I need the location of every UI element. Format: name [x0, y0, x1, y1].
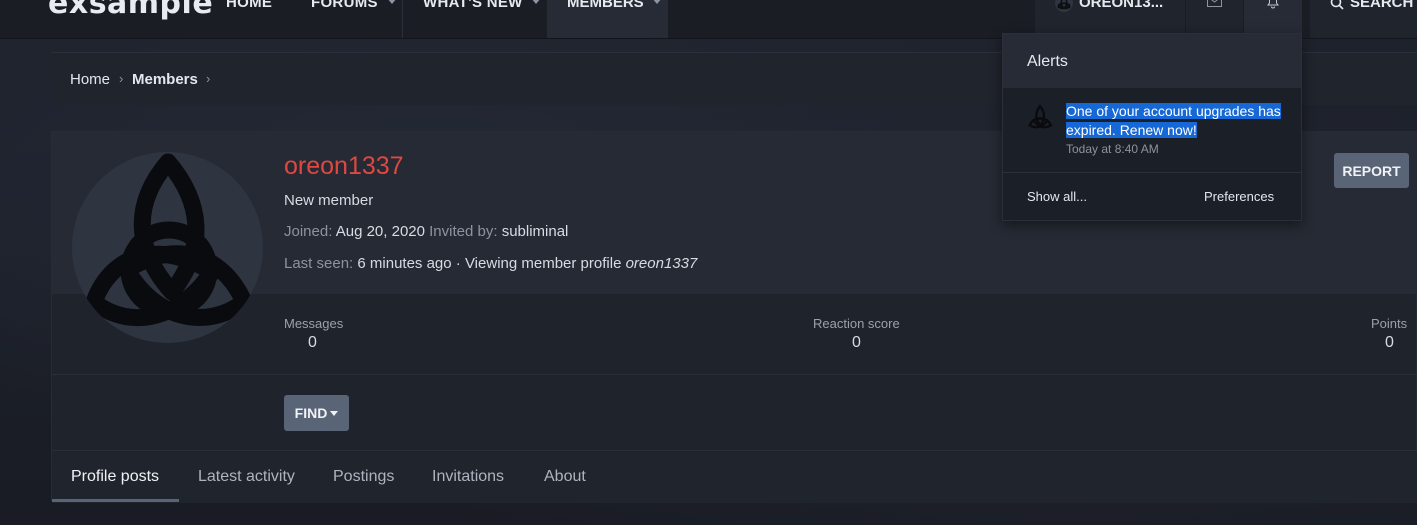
- alert-item-text[interactable]: One of your account upgrades has expired…: [1066, 102, 1281, 140]
- chevron-down-icon: [330, 410, 339, 416]
- alerts-popup: Alerts One of your account upgrades has …: [1002, 33, 1302, 221]
- tab-latest-activity[interactable]: Latest activity: [198, 468, 295, 486]
- breadcrumb-home[interactable]: Home: [70, 71, 110, 88]
- nav-forums-label: FORUMS: [311, 0, 378, 11]
- members-chevron-down-icon[interactable]: [652, 0, 662, 4]
- nav-members-label: MEMBERS: [567, 0, 644, 11]
- tab-profile-posts[interactable]: Profile posts: [71, 468, 159, 486]
- joined-line: Joined: Aug 20, 2020 Invited by: sublimi…: [284, 223, 568, 240]
- breadcrumb-chevron-icon: ›: [119, 71, 124, 86]
- invited-by-label: Invited by:: [429, 223, 498, 240]
- profile-tabs: Profile posts Latest activity Postings I…: [52, 450, 1417, 503]
- profile-stats: Messages 0 Reaction score 0 Points 0: [52, 294, 1417, 375]
- search-label: SEARCH: [1350, 0, 1414, 11]
- find-menu-button[interactable]: FIND: [284, 395, 349, 431]
- whats-new-chevron-down-icon[interactable]: [531, 0, 541, 4]
- breadcrumb-members[interactable]: Members: [132, 71, 198, 88]
- alert-message: One of your account upgrades has expired…: [1066, 103, 1281, 138]
- stat-label-points: Points: [1371, 316, 1408, 331]
- alert-timestamp: Today at 8:40 AM: [1066, 142, 1159, 156]
- invited-by-link[interactable]: subliminal: [502, 223, 569, 240]
- find-label: FIND: [294, 405, 328, 421]
- user-menu-label: OREON13...: [1079, 0, 1164, 11]
- user-avatar-icon: [1055, 0, 1073, 12]
- alert-avatar-icon[interactable]: [1027, 104, 1053, 130]
- alerts-header: Alerts: [1003, 34, 1301, 88]
- show-all-alerts-link[interactable]: Show all...: [1027, 189, 1087, 204]
- nav-divider: [402, 0, 403, 38]
- last-seen-line: Last seen: 6 minutes ago · Viewing membe…: [284, 255, 697, 272]
- search-button[interactable]: SEARCH: [1310, 0, 1417, 38]
- stat-value-messages[interactable]: 0: [308, 334, 317, 352]
- alerts-footer: Show all... Preferences: [1003, 172, 1301, 221]
- forums-chevron-down-icon[interactable]: [387, 0, 397, 4]
- stat-label-reaction-score: Reaction score: [813, 316, 900, 331]
- tab-invitations[interactable]: Invitations: [432, 468, 504, 486]
- stat-label-messages: Messages: [284, 316, 344, 331]
- last-seen-label: Last seen:: [284, 255, 354, 272]
- stat-value-reaction-score: 0: [852, 334, 861, 351]
- tab-postings[interactable]: Postings: [333, 468, 394, 486]
- stat-value-points: 0: [1385, 334, 1394, 351]
- username[interactable]: oreon1337: [284, 152, 404, 181]
- alert-preferences-link[interactable]: Preferences: [1204, 189, 1274, 204]
- breadcrumb-chevron-icon: ›: [206, 71, 211, 86]
- user-title: New member: [284, 192, 374, 209]
- joined-label: Joined:: [284, 223, 333, 240]
- nav-whats-new-label: WHAT'S NEW: [423, 0, 523, 11]
- search-icon: [1330, 0, 1344, 10]
- alerts-title: Alerts: [1027, 53, 1068, 70]
- last-seen-value: 6 minutes ago · Viewing member profile: [357, 255, 622, 272]
- tab-about[interactable]: About: [544, 468, 586, 486]
- report-button[interactable]: REPORT: [1334, 153, 1409, 188]
- last-seen-target-link[interactable]: oreon1337: [626, 255, 698, 272]
- nav-members[interactable]: MEMBERS: [547, 0, 668, 38]
- active-tab-indicator: [52, 499, 179, 502]
- nav-home-label: HOME: [226, 0, 273, 11]
- bell-icon: [1267, 0, 1279, 9]
- envelope-icon: [1207, 0, 1222, 7]
- site-logo[interactable]: exsample: [48, 0, 213, 21]
- joined-date: Aug 20, 2020: [335, 223, 425, 240]
